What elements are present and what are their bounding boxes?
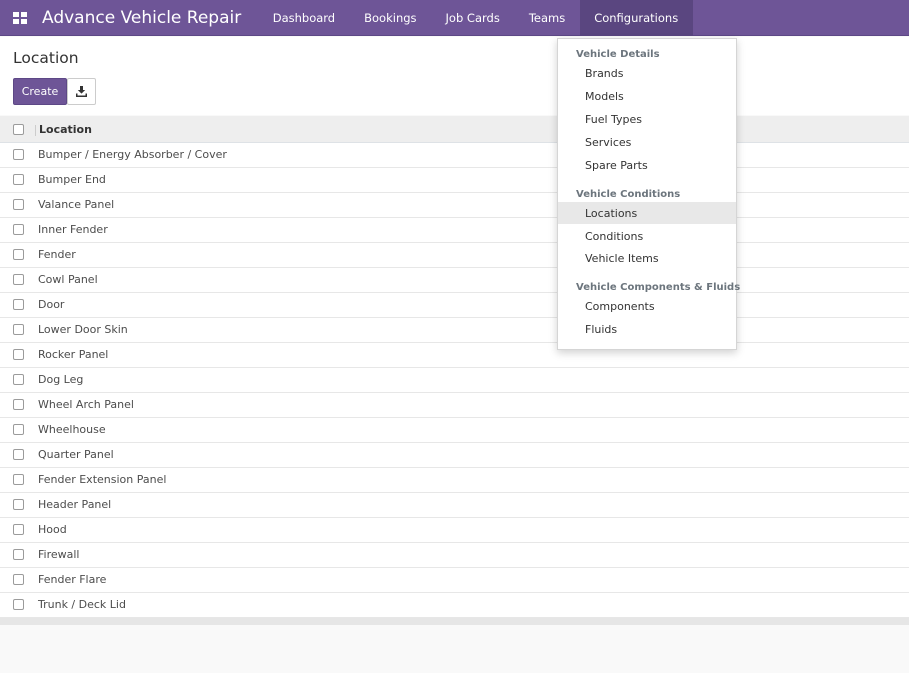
row-checkbox[interactable] — [13, 249, 24, 260]
dropdown-section-header: Vehicle Conditions — [576, 189, 681, 200]
row-checkbox[interactable] — [13, 574, 24, 585]
table-row[interactable]: Fender — [0, 243, 909, 268]
location-cell: Door — [38, 298, 65, 311]
dropdown-item-spare-parts[interactable]: Spare Parts — [558, 154, 736, 176]
download-button[interactable] — [67, 78, 96, 105]
list-header: Location — [0, 116, 909, 143]
dropdown-section-header: Vehicle Components & Fluids — [576, 282, 741, 293]
dropdown-item-locations[interactable]: Locations — [558, 202, 736, 224]
table-row[interactable]: Bumper / Energy Absorber / Cover — [0, 143, 909, 168]
dropdown-item-services[interactable]: Services — [558, 131, 736, 153]
dropdown-item-components[interactable]: Components — [558, 295, 736, 317]
table-row[interactable]: Cowl Panel — [0, 268, 909, 293]
location-cell: Trunk / Deck Lid — [38, 598, 126, 611]
location-cell: Rocker Panel — [38, 348, 109, 361]
top-navbar: Advance Vehicle Repair Dashboard Booking… — [0, 0, 909, 36]
table-row[interactable]: Firewall — [0, 543, 909, 568]
table-row[interactable]: Quarter Panel — [0, 443, 909, 468]
row-checkbox[interactable] — [13, 424, 24, 435]
menu-configurations[interactable]: Configurations — [579, 0, 693, 36]
row-checkbox[interactable] — [13, 599, 24, 610]
list-footer — [0, 618, 909, 625]
row-checkbox[interactable] — [13, 524, 24, 535]
row-checkbox[interactable] — [13, 149, 24, 160]
table-row[interactable]: Wheel Arch Panel — [0, 393, 909, 418]
location-cell: Wheelhouse — [38, 423, 106, 436]
row-checkbox[interactable] — [13, 349, 24, 360]
table-row[interactable]: Bumper End — [0, 168, 909, 193]
row-checkbox[interactable] — [13, 449, 24, 460]
dropdown-item-conditions[interactable]: Conditions — [558, 225, 736, 247]
location-cell: Wheel Arch Panel — [38, 398, 134, 411]
location-cell: Fender Extension Panel — [38, 473, 167, 486]
row-checkbox[interactable] — [13, 324, 24, 335]
dropdown-section-header: Vehicle Details — [576, 49, 660, 60]
column-header-location[interactable]: Location — [39, 123, 92, 136]
table-row[interactable]: Valance Panel — [0, 193, 909, 218]
table-row[interactable]: Wheelhouse — [0, 418, 909, 443]
row-checkbox[interactable] — [13, 549, 24, 560]
control-panel: Location Create — [0, 37, 909, 115]
row-checkbox[interactable] — [13, 174, 24, 185]
configurations-dropdown: Vehicle Details Brands Models Fuel Types Ser… — [557, 38, 741, 350]
table-row[interactable]: Trunk / Deck Lid — [0, 593, 909, 618]
row-checkbox[interactable] — [13, 499, 24, 510]
row-checkbox[interactable] — [13, 399, 24, 410]
table-row[interactable]: Fender Flare — [0, 568, 909, 593]
dropdown-item-fuel-types[interactable]: Fuel Types — [558, 108, 736, 130]
location-cell: Dog Leg — [38, 373, 84, 386]
row-checkbox[interactable] — [13, 299, 24, 310]
dropdown-item-models[interactable]: Models — [558, 85, 736, 107]
location-cell: Header Panel — [38, 498, 112, 511]
apps-menu-icon[interactable] — [0, 0, 40, 36]
table-row[interactable]: Dog Leg — [0, 368, 909, 393]
create-button[interactable]: Create — [13, 78, 67, 105]
location-cell: Cowl Panel — [38, 273, 98, 286]
app-title[interactable]: Advance Vehicle Repair — [42, 8, 241, 28]
table-row[interactable]: Lower Door Skin — [0, 318, 909, 343]
location-cell: Lower Door Skin — [38, 323, 128, 336]
table-row[interactable]: Fender Extension Panel — [0, 468, 909, 493]
location-cell: Quarter Panel — [38, 448, 114, 461]
location-cell: Bumper End — [38, 173, 106, 186]
location-cell: Fender — [38, 248, 76, 261]
location-list: Location Bumper / Energy Absorber / Cove… — [0, 116, 909, 625]
menu-dashboard[interactable]: Dashboard — [258, 0, 349, 36]
download-icon — [76, 86, 87, 97]
dropdown-item-fluids[interactable]: Fluids — [558, 318, 736, 340]
row-checkbox[interactable] — [13, 374, 24, 385]
location-cell: Valance Panel — [38, 198, 115, 211]
table-row[interactable]: Inner Fender — [0, 218, 909, 243]
row-checkbox[interactable] — [13, 224, 24, 235]
row-checkbox[interactable] — [13, 474, 24, 485]
location-cell: Inner Fender — [38, 223, 108, 236]
column-separator — [35, 125, 36, 136]
menu-bookings[interactable]: Bookings — [350, 0, 431, 36]
table-row[interactable]: Door — [0, 293, 909, 318]
menu-teams[interactable]: Teams — [514, 0, 579, 36]
row-checkbox[interactable] — [13, 199, 24, 210]
page-title: Location — [13, 49, 79, 67]
row-checkbox[interactable] — [13, 274, 24, 285]
location-cell: Hood — [38, 523, 67, 536]
table-row[interactable]: Rocker Panel — [0, 343, 909, 368]
location-cell: Firewall — [38, 548, 80, 561]
location-cell: Fender Flare — [38, 573, 107, 586]
dropdown-item-vehicle-items[interactable]: Vehicle Items — [558, 247, 736, 269]
select-all-checkbox[interactable] — [13, 124, 24, 135]
table-row[interactable]: Header Panel — [0, 493, 909, 518]
location-cell: Bumper / Energy Absorber / Cover — [38, 148, 227, 161]
dropdown-item-brands[interactable]: Brands — [558, 62, 736, 84]
menu-job-cards[interactable]: Job Cards — [431, 0, 514, 36]
table-row[interactable]: Hood — [0, 518, 909, 543]
